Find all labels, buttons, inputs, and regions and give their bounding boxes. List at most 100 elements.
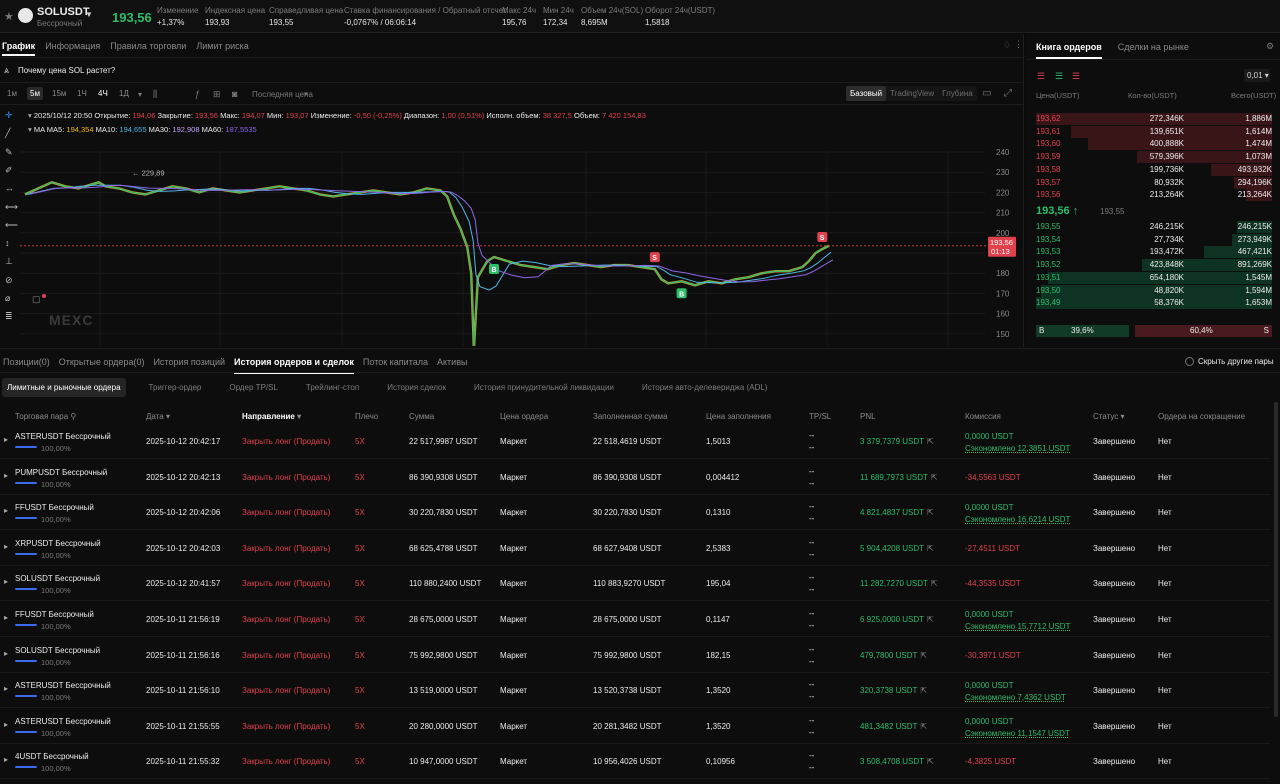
interval-5[interactable]: 1Д [116, 87, 132, 100]
fee-saved[interactable]: Сэкономлено 11,1547 USDT [965, 729, 1070, 738]
order-row[interactable]: ▸ ASTERUSDT Бессрочный 100,00% 2025-10-11 2… [0, 709, 1270, 744]
interval-3[interactable]: 1Ч [74, 87, 90, 100]
sort-icon[interactable]: ▾ [295, 412, 301, 421]
fee-saved[interactable]: Сэкономлено 12,3851 USDT [965, 444, 1070, 453]
sub-tab-0[interactable]: Лимитные и рыночные ордера [2, 378, 126, 397]
share-icon[interactable]: ⇱ [927, 544, 934, 553]
expand-row-icon[interactable]: ▸ [4, 684, 8, 693]
ray-icon[interactable]: ⟷ [5, 202, 18, 213]
sort-icon[interactable]: ▾ [1118, 412, 1125, 421]
col-header-11[interactable]: Статус ▾ [1093, 412, 1125, 421]
hide-pairs-checkbox[interactable] [1185, 357, 1194, 367]
pin-icon[interactable]: ⚲ [68, 412, 76, 421]
measure-icon[interactable]: ↕ [5, 238, 10, 248]
interval-4[interactable]: 4Ч [95, 87, 111, 100]
pair-name[interactable]: ASTERUSDT Бессрочный [15, 717, 111, 726]
order-row[interactable]: ▸ FFUSDT Бессрочный 100,00% 2025-10-12 20:4… [0, 495, 1270, 531]
pair-name[interactable]: FFUSDT Бессрочный [15, 610, 94, 619]
share-icon[interactable]: ⇱ [931, 473, 938, 482]
hide-pairs-toggle[interactable]: Скрыть другие пары [1185, 357, 1274, 367]
share-icon[interactable]: ⇱ [920, 686, 927, 695]
sub-tab-2[interactable]: Ордер TP/SL [224, 378, 283, 397]
order-row[interactable]: ▸ ASTERUSDT Бессрочный 100,00% 2025-10-11 2… [0, 673, 1270, 709]
pair-name[interactable]: ASTERUSDT Бессрочный [15, 681, 111, 690]
pen-icon[interactable]: ✎ [5, 147, 13, 158]
fee-saved[interactable]: Сэкономлено 16,6214 USDT [965, 515, 1070, 524]
share-icon[interactable]: ⇱ [927, 508, 934, 517]
layers-icon[interactable]: ≣ [5, 311, 13, 322]
pair-name[interactable]: XRPUSDT Бессрочный [15, 539, 101, 548]
eye-icon[interactable]: ⊘ [5, 275, 13, 286]
symbol-dropdown-icon[interactable]: ▼ [85, 10, 93, 19]
order-row[interactable]: ▸ SOLUSDT Бессрочный 100,00% 2025-10-12 20:… [0, 566, 1270, 602]
order-row[interactable]: ▸ SOLUSDT Бессрочный 100,00% 2025-10-11 21:… [0, 638, 1270, 673]
order-row[interactable]: ▸ ASTERUSDT Бессрочный 100,00% 2025-10-12 2… [0, 424, 1270, 459]
expand-row-icon[interactable]: ▸ [4, 506, 8, 515]
bid-row[interactable]: 193,50 48,820K 1,594M [1036, 284, 1272, 297]
scrollbar[interactable] [1274, 402, 1278, 717]
expand-row-icon[interactable]: ▸ [4, 649, 8, 658]
bid-row[interactable]: 193,52 423,848K 891,269K [1036, 259, 1272, 272]
bottom-tab-5[interactable]: Активы [437, 357, 467, 367]
bid-row[interactable]: 193,54 27,734K 273,949K [1036, 233, 1272, 246]
chart-tab-3[interactable]: Лимит риска [196, 41, 248, 51]
ask-row[interactable]: 193,62 272,346K 1,886M [1036, 113, 1272, 125]
pair-name[interactable]: FFUSDT Бессрочный [15, 503, 94, 512]
horizontal-line-icon[interactable]: ↔ [5, 183, 14, 193]
pair-name[interactable]: SOLUSDT Бессрочный [15, 646, 100, 655]
pair-name[interactable]: PUMPUSDT Бессрочный [15, 468, 107, 477]
view-mode-2[interactable]: Глубина [938, 86, 977, 101]
magnet-icon[interactable]: ⌀ [5, 293, 10, 304]
share-icon[interactable]: ⇱ [920, 651, 927, 660]
chart-alert-icon[interactable]: ▢ [32, 294, 41, 305]
price-chart[interactable]: 24023022021020019018017016015014010-0810… [20, 106, 1023, 346]
camera-icon[interactable]: ◙ [232, 89, 237, 99]
chart-tab-1[interactable]: Информация [45, 41, 100, 51]
pair-name[interactable]: ASTERUSDT Бессрочный [15, 432, 111, 441]
expand-row-icon[interactable]: ▸ [4, 755, 8, 764]
interval-0[interactable]: 1м [4, 87, 20, 100]
col-header-2[interactable]: Направление ▾ [242, 412, 301, 421]
settings-icon[interactable]: ▭ [982, 88, 991, 99]
expand-row-icon[interactable]: ▸ [4, 435, 8, 444]
order-row[interactable]: ▸ PUMPUSDT Бессрочный 100,00% 2025-10-12 20… [0, 460, 1270, 495]
ask-row[interactable]: 193,61 139,651K 1,614M [1036, 125, 1272, 138]
sub-tab-5[interactable]: История принудительной ликвидации [469, 378, 619, 397]
price-type-dropdown-icon[interactable]: ▾ [304, 90, 308, 98]
more-intervals-icon[interactable]: ▾ [138, 90, 142, 99]
symbol-name[interactable]: SOLUSDT [37, 6, 90, 18]
chart-tab-2[interactable]: Правила торговли [110, 41, 186, 51]
fee-saved[interactable]: Сэкономлено 7,4362 USDT [965, 693, 1066, 702]
fee-saved[interactable]: Сэкономлено 15,7712 USDT [965, 622, 1070, 631]
bell-icon[interactable]: ♢ [1003, 40, 1011, 51]
ask-row[interactable]: 193,59 579,396K 1,073M [1036, 151, 1272, 164]
candle-type-icon[interactable]: ⫼ [153, 89, 157, 100]
view-mode-1[interactable]: TradingView [886, 86, 938, 101]
expand-row-icon[interactable]: ▸ [4, 471, 8, 480]
bid-row[interactable]: 193,51 654,180K 1,545M [1036, 271, 1272, 284]
question-link[interactable]: Почему цена SOL растет? [18, 66, 115, 75]
expand-row-icon[interactable]: ▸ [4, 577, 8, 586]
bottom-tab-0[interactable]: Позиции(0) [3, 357, 50, 367]
view-asks-icon[interactable]: ☰ [1072, 71, 1080, 82]
ruler-icon[interactable]: ⊥ [5, 256, 13, 267]
crosshair-icon[interactable]: ✛ [5, 110, 13, 121]
ask-row[interactable]: 193,58 199,736K 493,932K [1036, 163, 1272, 176]
precision-select[interactable]: 0,01 ▾ [1244, 69, 1270, 82]
sub-tab-4[interactable]: История сделок [382, 378, 451, 397]
bottom-tab-2[interactable]: История позиций [153, 357, 225, 367]
expand-row-icon[interactable]: ▸ [4, 720, 8, 729]
share-icon[interactable]: ⇱ [920, 722, 927, 731]
favorite-star-icon[interactable]: ★ [4, 10, 14, 23]
ask-row[interactable]: 193,56 213,264K 213,264K [1036, 189, 1272, 202]
order-row[interactable]: ▸ XRPUSDT Бессрочный 100,00% 2025-10-12 20:… [0, 531, 1270, 566]
bid-row[interactable]: 193,55 246,215K 246,215K [1036, 221, 1272, 233]
bid-row[interactable]: 193,53 193,472K 467,421K [1036, 246, 1272, 259]
expand-icon[interactable]: ⋮ [1014, 39, 1023, 50]
expand-row-icon[interactable]: ▸ [4, 613, 8, 622]
brush-icon[interactable]: ✐ [5, 165, 13, 176]
layout-icon[interactable]: ⊞ [213, 89, 221, 100]
share-icon[interactable]: ⇱ [927, 615, 934, 624]
share-icon[interactable]: ⇱ [927, 757, 934, 766]
sub-tab-6[interactable]: История авто-делевериджа (ADL) [637, 378, 773, 397]
